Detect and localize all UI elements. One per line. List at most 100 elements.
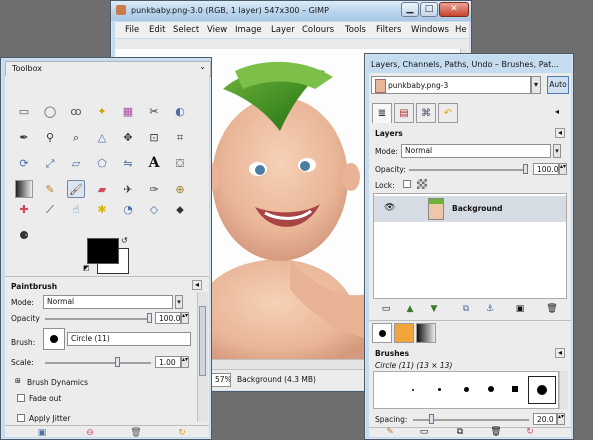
scissors-tool-icon[interactable]: ✂ [145, 102, 163, 120]
ink-pen-tool-icon[interactable]: ⚈ [15, 226, 33, 244]
layer-opacity-spinner[interactable]: ▴▾ [559, 163, 567, 175]
refresh-brushes-icon[interactable]: ↻ [523, 426, 537, 438]
crop-tool-icon[interactable]: ⌗ [171, 128, 189, 146]
desaturate-tool-icon[interactable]: ◇ [145, 200, 163, 218]
layer-opacity-handle[interactable] [523, 164, 528, 174]
save-options-icon[interactable]: ▣ [35, 427, 49, 439]
brush-square-5[interactable] [512, 386, 518, 392]
warp-tool-icon[interactable]: ⬥ [171, 200, 189, 218]
fuzzy-select-tool-icon[interactable]: ✦ [93, 102, 111, 120]
apply-jitter-checkbox[interactable] [17, 414, 25, 422]
pencil-tool-icon[interactable]: ✎ [41, 180, 59, 198]
menu-edit[interactable]: Edit [149, 25, 165, 35]
brush-selected-6[interactable] [528, 376, 556, 404]
dock-titlebar[interactable]: Layers, Channels, Paths, Undo – Brushes,… [369, 57, 571, 71]
menu-help[interactable]: He [455, 25, 467, 35]
maximize-button[interactable]: □ [420, 2, 438, 17]
select-by-color-tool-icon[interactable]: ▦ [119, 102, 137, 120]
clone-tool-icon[interactable]: ⊕ [171, 180, 189, 198]
options-menu-icon[interactable]: ◂ [192, 280, 202, 290]
scale-tool-icon[interactable]: ⤢ [41, 154, 59, 172]
zoom-tool-icon[interactable]: ⌕ [67, 128, 85, 146]
menu-layer[interactable]: Layer [271, 25, 295, 35]
visibility-eye-icon[interactable]: 👁 [384, 203, 395, 213]
airbrush-tool-icon[interactable]: ✈ [119, 180, 137, 198]
free-select-tool-icon[interactable]: ꝏ [67, 102, 85, 120]
new-brush-icon[interactable]: ▭ [417, 426, 431, 438]
scale-input[interactable]: 1.00 [155, 356, 181, 368]
layer-mode-dropdown-icon[interactable]: ▾ [553, 144, 561, 158]
image-selector-dropdown-icon[interactable]: ▾ [531, 76, 541, 94]
spacing-spinner[interactable]: ▴▾ [557, 413, 565, 425]
smudge-tool-icon[interactable]: ☝ [67, 200, 85, 218]
minimize-button[interactable]: ▁ [401, 2, 419, 17]
heal-tool-icon[interactable]: ✚ [15, 200, 33, 218]
layers-menu-icon[interactable]: ◂ [555, 128, 565, 138]
brush-preview-button[interactable] [43, 328, 65, 350]
scale-slider[interactable] [45, 362, 151, 364]
move-tool-icon[interactable]: ✥ [119, 128, 137, 146]
layer-opacity-input[interactable]: 100.0 [533, 163, 559, 175]
close-button[interactable]: ✕ [439, 2, 469, 17]
raise-layer-icon[interactable]: ▲ [403, 303, 417, 315]
bucket-fill-tool-icon[interactable]: ⛋ [171, 154, 189, 172]
opacity-slider-handle[interactable] [147, 313, 152, 323]
reset-options-icon[interactable]: ↻ [175, 427, 189, 439]
menu-view[interactable]: View [207, 25, 227, 35]
collapse-icon[interactable]: ⌄ [199, 62, 206, 71]
lower-layer-icon[interactable]: ▼ [427, 303, 441, 315]
shear-tool-icon[interactable]: ▱ [67, 154, 85, 172]
toolbox-titlebar[interactable]: Toolbox ⌄ [5, 61, 211, 77]
default-colors-icon[interactable]: ◩ [83, 264, 90, 272]
edit-brush-icon[interactable]: ✎ [383, 426, 397, 438]
scale-spinner[interactable]: ▴▾ [181, 356, 189, 368]
tab-gradients[interactable] [416, 323, 436, 343]
layer-opacity-slider[interactable] [409, 169, 525, 171]
menu-tools[interactable]: Tools [345, 25, 366, 35]
brush-dot-4[interactable] [488, 386, 494, 392]
delete-layer-icon[interactable]: 🗑 [545, 303, 559, 315]
menu-file[interactable]: File [125, 25, 139, 35]
align-tool-icon[interactable]: ⊡ [145, 128, 163, 146]
brushes-menu-icon[interactable]: ◂ [555, 348, 565, 358]
opacity-input[interactable]: 100.0 [155, 312, 181, 324]
brush-dot-2[interactable] [438, 388, 441, 391]
layer-mask-icon[interactable]: ▣ [513, 303, 527, 315]
image-selector[interactable]: punkbaby.png-3 [371, 76, 531, 94]
brush-dynamics-label[interactable]: Brush Dynamics [27, 378, 88, 387]
paths-tool-icon[interactable]: ✒ [15, 128, 33, 146]
tab-layers[interactable]: ≣ [372, 103, 392, 123]
zoom-combo[interactable]: 57% [211, 373, 231, 387]
foreground-color-swatch[interactable] [87, 238, 119, 264]
tab-brushes[interactable] [372, 323, 392, 343]
text-tool-icon[interactable]: A [145, 154, 163, 172]
ink-tool-icon[interactable]: ✑ [145, 180, 163, 198]
paintbrush-tool-icon[interactable]: 🖌 [67, 180, 85, 198]
tab-undo[interactable]: ↶ [438, 103, 458, 123]
tab-paths[interactable]: ⌘ [416, 103, 436, 123]
flip-tool-icon[interactable]: ⇋ [119, 154, 137, 172]
new-layer-icon[interactable]: ▭ [379, 303, 393, 315]
image-window-titlebar[interactable]: punkbaby.png-3.0 (RGB, 1 layer) 547x300 … [111, 1, 471, 21]
rotate-tool-icon[interactable]: ⟳ [15, 154, 33, 172]
menu-filters[interactable]: Filters [376, 25, 401, 35]
brush-dynamics-expander-icon[interactable]: ⊞ [15, 377, 21, 385]
fade-out-checkbox[interactable] [17, 394, 25, 402]
tab-menu-icon[interactable]: ◂ [555, 107, 559, 116]
mode-select[interactable]: Normal [43, 295, 173, 309]
color-picker-tool-icon[interactable]: ⚲ [41, 128, 59, 146]
tab-patterns[interactable] [394, 323, 414, 343]
brush-dot-1[interactable] [412, 389, 414, 391]
spacing-slider-handle[interactable] [429, 414, 434, 424]
menu-colours[interactable]: Colours [302, 25, 334, 35]
blend-tool-icon[interactable] [15, 180, 33, 198]
menu-windows[interactable]: Windows [411, 25, 449, 35]
options-scrollbar-thumb[interactable] [199, 306, 206, 376]
dodge-burn-tool-icon[interactable]: ◔ [119, 200, 137, 218]
opacity-slider[interactable] [45, 318, 151, 320]
brush-scrollbar[interactable] [559, 371, 568, 409]
eraser-tool-icon[interactable]: ▰ [93, 180, 111, 198]
menu-select[interactable]: Select [173, 25, 199, 35]
lock-alpha-icon[interactable] [417, 179, 427, 189]
spacing-input[interactable]: 20.0 [533, 413, 557, 425]
